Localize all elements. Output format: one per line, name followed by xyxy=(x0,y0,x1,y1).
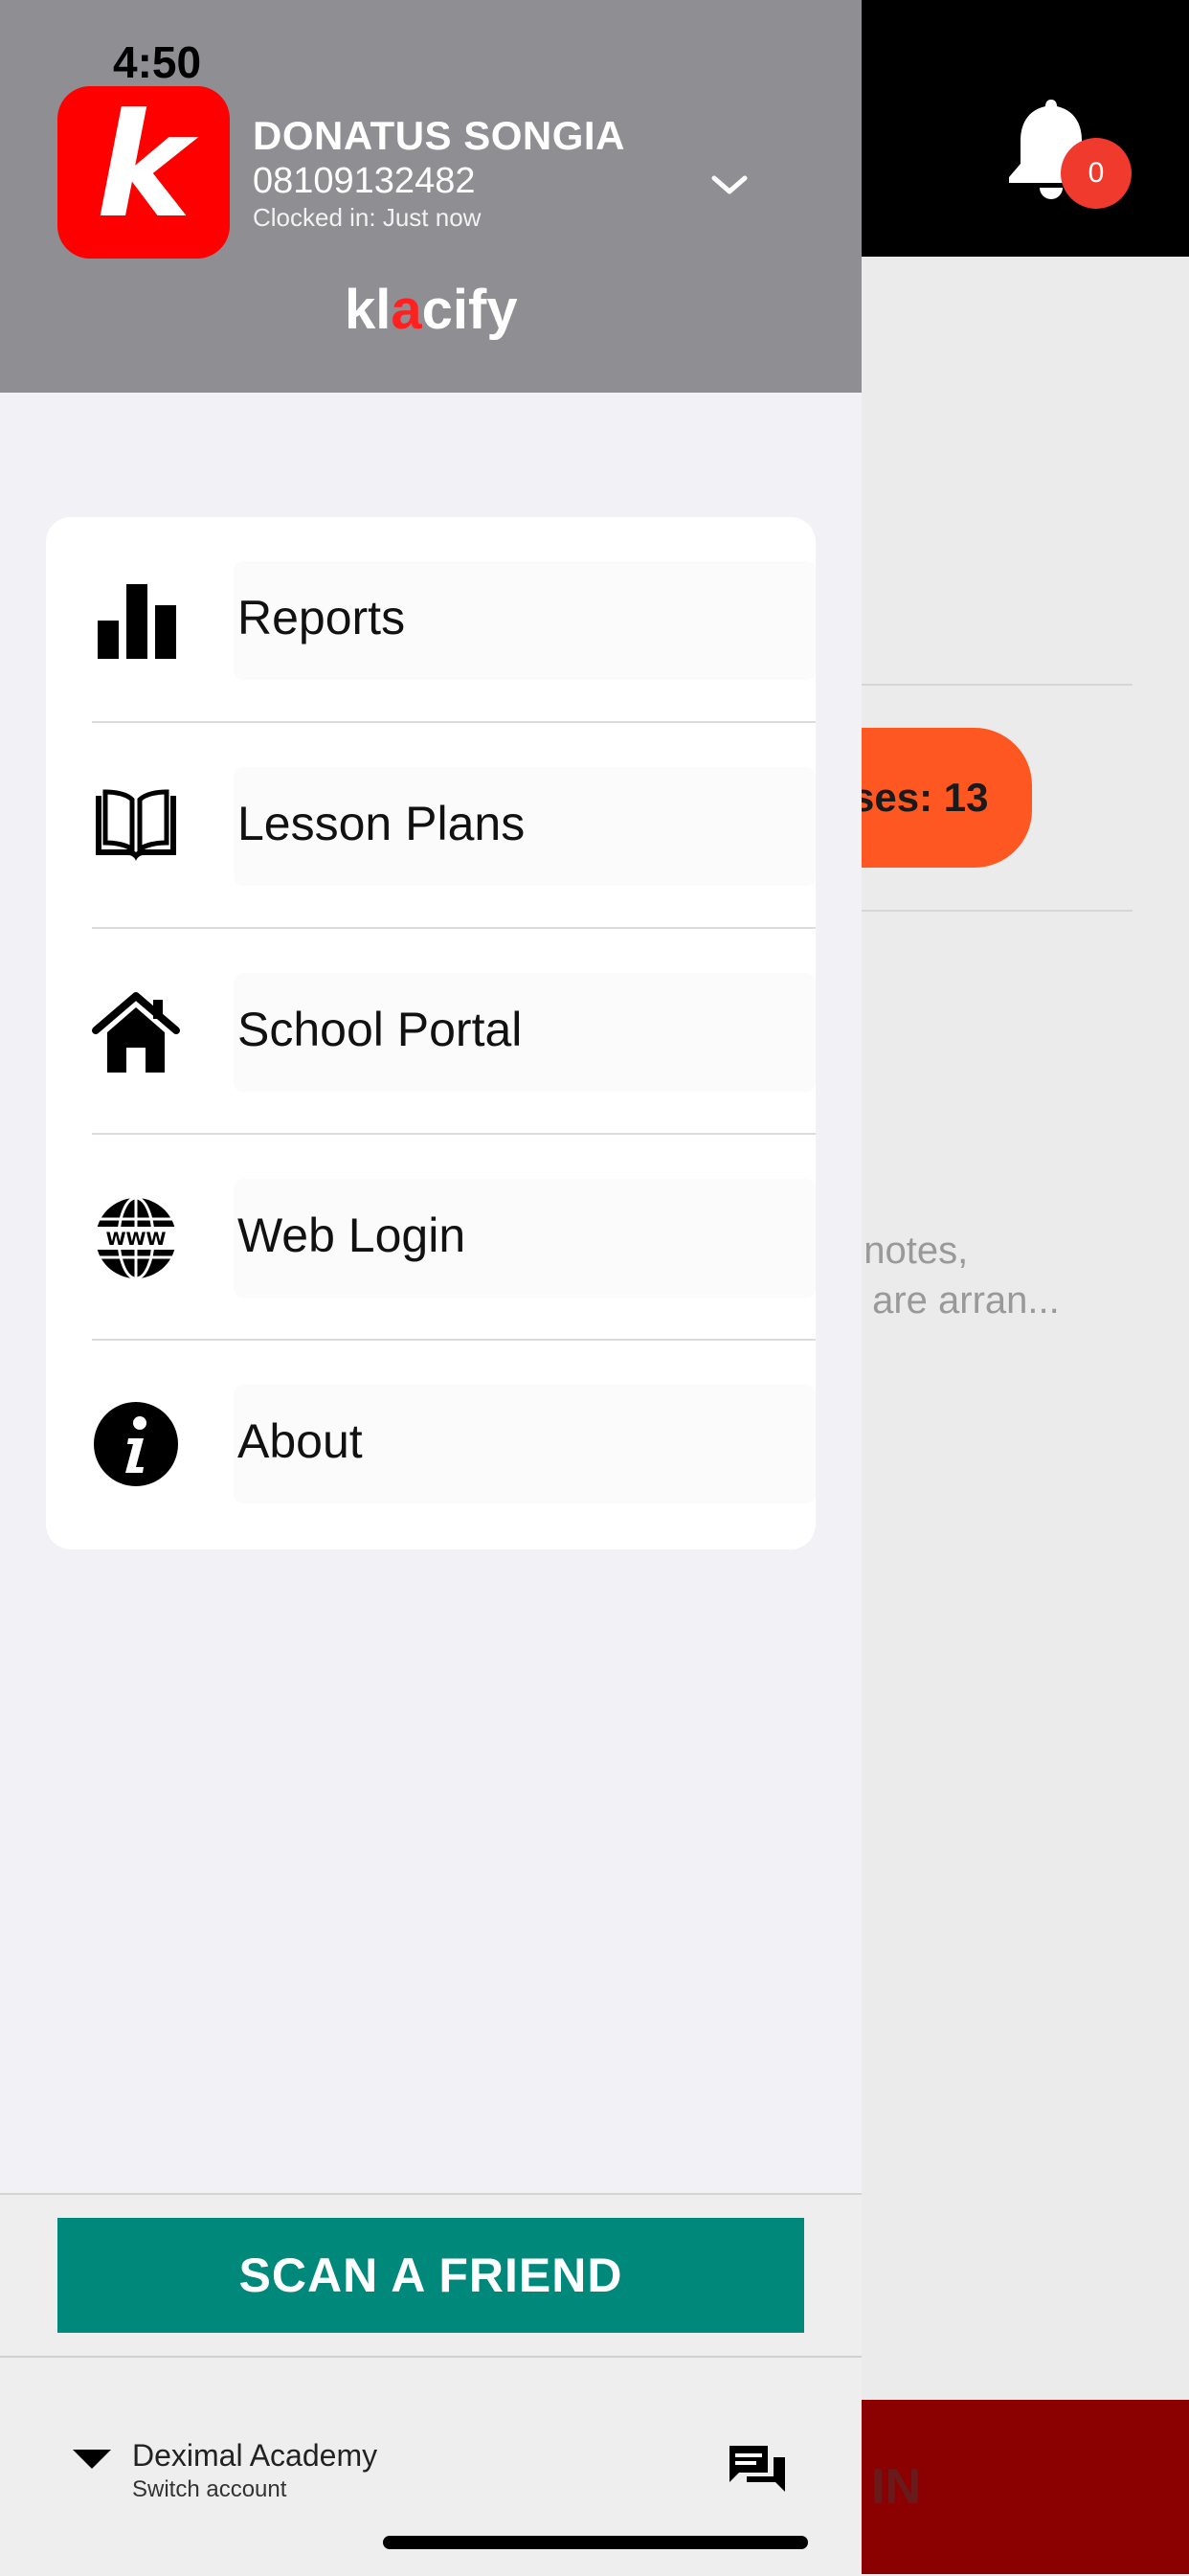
chat-icon[interactable] xyxy=(726,2442,789,2499)
user-name: DONATUS SONGIA xyxy=(253,113,625,158)
info-icon xyxy=(94,1402,178,1486)
menu-item-reports[interactable]: Reports xyxy=(46,517,816,723)
menu-item-label: About xyxy=(237,1414,363,1468)
background-description-line: , notes, xyxy=(842,1230,969,1272)
user-phone: 08109132482 xyxy=(253,161,476,201)
brand-accent: a xyxy=(391,279,422,341)
background-description: , notes, s are arran... xyxy=(842,1226,1158,1325)
menu-item-label: School Portal xyxy=(237,1003,523,1056)
menu-item-school-portal[interactable]: School Portal xyxy=(46,929,816,1135)
home-icon xyxy=(92,992,180,1073)
menu-item-label: Lesson Plans xyxy=(237,797,526,850)
menu-item-label: Web Login xyxy=(237,1209,466,1262)
background-divider xyxy=(842,910,1133,912)
navigation-drawer: 4:50 k DONATUS SONGIA 08109132482 Clocke… xyxy=(0,0,862,2576)
bar-chart-icon xyxy=(98,584,176,659)
book-icon xyxy=(96,789,176,861)
menu-item-about[interactable]: About xyxy=(46,1341,816,1547)
chevron-down-icon[interactable] xyxy=(708,170,751,199)
footer-divider xyxy=(0,2356,862,2358)
app-logo: k xyxy=(57,86,230,259)
brand-text: kl xyxy=(345,279,392,341)
account-name[interactable]: Deximal Academy xyxy=(132,2438,377,2474)
scan-a-friend-button[interactable]: SCAN A FRIEND xyxy=(57,2218,804,2333)
background-description-line: s are arran... xyxy=(842,1279,1060,1322)
menu-item-lesson-plans[interactable]: Lesson Plans xyxy=(46,723,816,929)
svg-text:WWW: WWW xyxy=(106,1229,167,1250)
caret-down-icon[interactable] xyxy=(73,2448,111,2471)
background-divider xyxy=(842,684,1133,686)
notification-count-badge: 0 xyxy=(1061,138,1132,209)
background-bottom-button[interactable]: IN xyxy=(842,2400,1189,2574)
clock-in-status: Clocked in: Just now xyxy=(253,203,482,232)
app-logo-letter: k xyxy=(96,83,191,250)
brand-logo: klacify xyxy=(345,278,518,342)
status-bar-time: 4:50 xyxy=(113,37,202,87)
menu-item-label: Reports xyxy=(237,591,406,644)
menu-item-web-login[interactable]: WWW Web Login xyxy=(46,1135,816,1341)
menu-card: Reports Lesson Plans School Portal WWW W… xyxy=(46,517,816,1549)
globe-www-icon: WWW xyxy=(94,1196,178,1280)
brand-text: cify xyxy=(421,279,518,341)
home-indicator xyxy=(383,2536,808,2549)
switch-account-link[interactable]: Switch account xyxy=(132,2476,286,2503)
